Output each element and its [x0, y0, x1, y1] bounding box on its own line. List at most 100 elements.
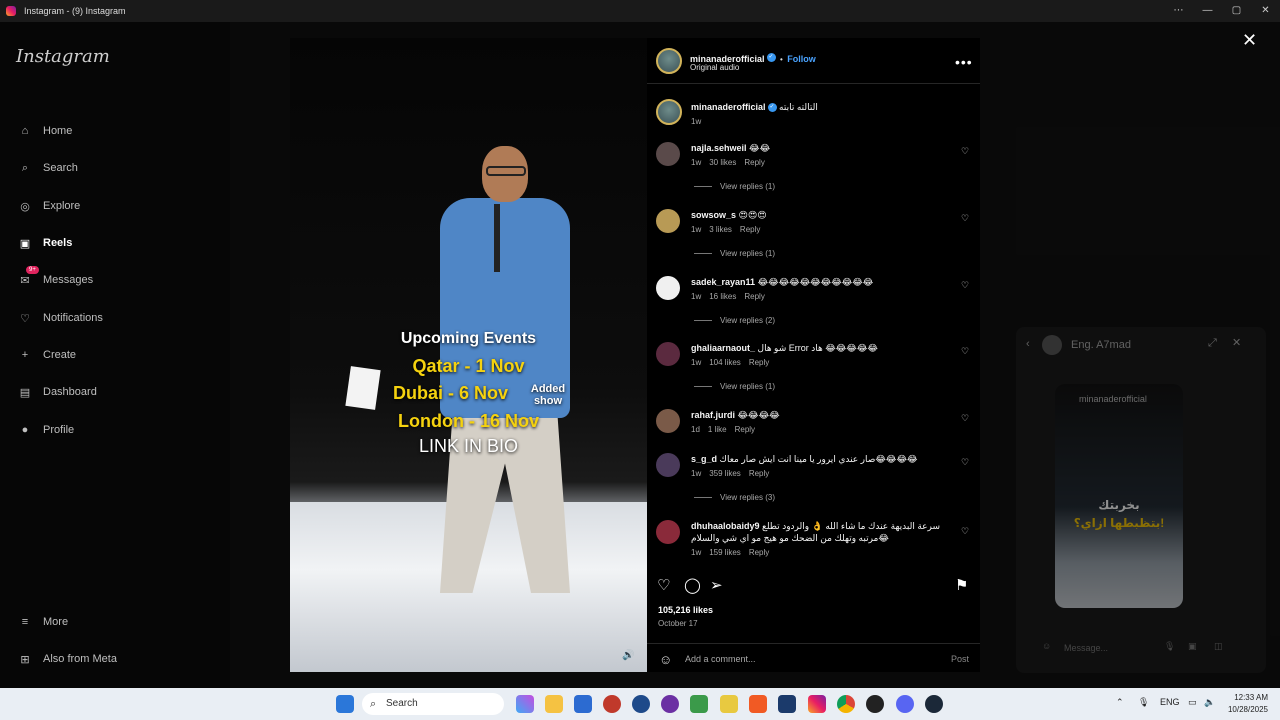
tray-microphone-icon[interactable]: 🎙: [1138, 697, 1149, 708]
sidebar-item-also-from-meta[interactable]: ⊞ Also from Meta: [16, 649, 117, 669]
reply-button[interactable]: Reply: [740, 225, 760, 234]
view-replies-button[interactable]: View replies (3): [694, 493, 775, 502]
message-input[interactable]: Message...: [1064, 643, 1108, 653]
comment-like-heart-icon[interactable]: ♡: [961, 213, 969, 224]
avatar[interactable]: [656, 409, 680, 433]
c-app-icon[interactable]: [632, 695, 650, 713]
like-heart-icon[interactable]: ♡: [657, 576, 670, 594]
comment-likes[interactable]: 30 likes: [709, 158, 736, 167]
shield-icon[interactable]: [778, 695, 796, 713]
brave-icon[interactable]: [749, 695, 767, 713]
maximize-button[interactable]: ▢: [1222, 0, 1251, 22]
comment-likes[interactable]: 1 like: [708, 425, 727, 434]
calendar-icon[interactable]: [574, 695, 592, 713]
dark-app-icon[interactable]: [866, 695, 884, 713]
comment-username[interactable]: najla.sehweil: [691, 143, 747, 153]
view-replies-button[interactable]: View replies (1): [694, 382, 775, 391]
back-arrow-icon[interactable]: ‹: [1026, 338, 1030, 350]
avatar[interactable]: [656, 342, 680, 366]
reel-video[interactable]: Upcoming Events Qatar - 1 Nov Dubai - 6 …: [290, 38, 647, 672]
sidebar-item-notifications[interactable]: ♡ Notifications: [16, 308, 103, 328]
comment-likes[interactable]: 159 likes: [709, 548, 741, 557]
likes-count[interactable]: 105,216 likes: [658, 605, 713, 615]
comment-username[interactable]: s_g_d: [691, 454, 717, 464]
green-app-icon[interactable]: [690, 695, 708, 713]
post-comment-button[interactable]: Post: [951, 654, 969, 664]
record-app-icon[interactable]: [603, 695, 621, 713]
comment-likes[interactable]: 104 likes: [709, 358, 741, 367]
reply-button[interactable]: Reply: [735, 425, 755, 434]
reply-button[interactable]: Reply: [744, 158, 764, 167]
comment-like-heart-icon[interactable]: ♡: [961, 280, 969, 291]
view-replies-button[interactable]: View replies (1): [694, 182, 775, 191]
instagram-taskbar-icon[interactable]: [808, 695, 826, 713]
comment-like-heart-icon[interactable]: ♡: [961, 146, 969, 157]
minimize-button[interactable]: —: [1193, 0, 1222, 22]
more-options-icon[interactable]: •••: [955, 54, 973, 70]
close-icon[interactable]: ✕: [1232, 336, 1241, 349]
volume-icon[interactable]: 🔈: [1204, 697, 1215, 708]
sidebar-item-home[interactable]: ⌂ Home: [16, 121, 73, 141]
reply-button[interactable]: Reply: [749, 358, 769, 367]
caption-username[interactable]: minanaderofficial: [691, 102, 766, 112]
microphone-icon[interactable]: 🎙: [1164, 641, 1175, 652]
file-explorer-icon[interactable]: [545, 695, 563, 713]
reply-button[interactable]: Reply: [744, 292, 764, 301]
close-icon[interactable]: ✕: [1242, 30, 1257, 51]
avatar[interactable]: [656, 142, 680, 166]
window-menu-button[interactable]: ⋯: [1164, 0, 1193, 22]
comment-like-heart-icon[interactable]: ♡: [961, 526, 969, 537]
network-icon[interactable]: ▭: [1188, 697, 1197, 708]
system-clock[interactable]: 12:33 AM 10/28/2025: [1220, 692, 1268, 716]
add-comment-input[interactable]: Add a comment...: [685, 654, 756, 664]
avatar[interactable]: [656, 48, 682, 74]
yellow-app-icon[interactable]: [720, 695, 738, 713]
comment-likes[interactable]: 359 likes: [709, 469, 741, 478]
chat-contact-name[interactable]: Eng. A7mad: [1071, 339, 1131, 351]
volume-icon[interactable]: 🔊: [622, 650, 634, 661]
avatar[interactable]: [656, 520, 680, 544]
emoji-icon[interactable]: ☺: [659, 652, 672, 667]
language-indicator[interactable]: ENG: [1160, 697, 1180, 707]
taskbar-search[interactable]: ⌕ Search: [362, 693, 504, 715]
reply-button[interactable]: Reply: [749, 548, 769, 557]
avatar[interactable]: [656, 99, 682, 125]
avatar[interactable]: [656, 453, 680, 477]
comment-username[interactable]: dhuhaalobaidy9: [691, 521, 760, 531]
instagram-logo[interactable]: Instagram: [16, 46, 110, 67]
emoji-icon[interactable]: ☺: [1042, 641, 1051, 651]
sidebar-item-create[interactable]: + Create: [16, 345, 76, 365]
chrome-icon[interactable]: [837, 695, 855, 713]
sidebar-item-dashboard[interactable]: ▤ Dashboard: [16, 382, 97, 402]
close-window-button[interactable]: ✕: [1251, 0, 1280, 22]
windows-start-icon[interactable]: [336, 695, 354, 713]
view-replies-button[interactable]: View replies (1): [694, 249, 775, 258]
sidebar-item-explore[interactable]: ◎ Explore: [16, 196, 80, 216]
comment-username[interactable]: sadek_rayan11: [691, 277, 755, 287]
audio-link[interactable]: Original audio: [690, 63, 739, 72]
comment-username[interactable]: rahaf.jurdi: [691, 410, 735, 420]
share-send-icon[interactable]: ➢: [710, 576, 723, 594]
copilot-icon[interactable]: [516, 695, 534, 713]
avatar[interactable]: [656, 209, 680, 233]
comment-username[interactable]: sowsow_s: [691, 210, 736, 220]
comment-likes[interactable]: 3 likes: [709, 225, 732, 234]
follow-button[interactable]: Follow: [787, 54, 816, 64]
comment-likes[interactable]: 16 likes: [709, 292, 736, 301]
sidebar-item-reels[interactable]: ▣ Reels: [16, 233, 73, 253]
sidebar-item-profile[interactable]: ● Profile: [16, 420, 75, 440]
expand-icon[interactable]: ⤢: [1208, 337, 1217, 350]
comment-like-heart-icon[interactable]: ♡: [961, 413, 969, 424]
comment-username[interactable]: ghaliaarnaout_: [691, 343, 755, 353]
sidebar-item-search[interactable]: ⌕ Search: [16, 158, 78, 178]
image-icon[interactable]: ▣: [1188, 641, 1197, 652]
comment-like-heart-icon[interactable]: ♡: [961, 457, 969, 468]
avatar[interactable]: [656, 276, 680, 300]
sidebar-item-more[interactable]: ≡ More: [16, 612, 68, 632]
shared-reel-thumbnail[interactable]: minanaderofficial بخربتك بتظبطها ازاي؟!: [1055, 384, 1183, 608]
tray-chevron-icon[interactable]: ⌃: [1116, 697, 1124, 708]
purple-app-icon[interactable]: [661, 695, 679, 713]
comment-like-heart-icon[interactable]: ♡: [961, 346, 969, 357]
reply-button[interactable]: Reply: [749, 469, 769, 478]
chat-window[interactable]: ‹ Eng. A7mad ⤢ ✕ minanaderofficial بخربت…: [1016, 327, 1266, 673]
